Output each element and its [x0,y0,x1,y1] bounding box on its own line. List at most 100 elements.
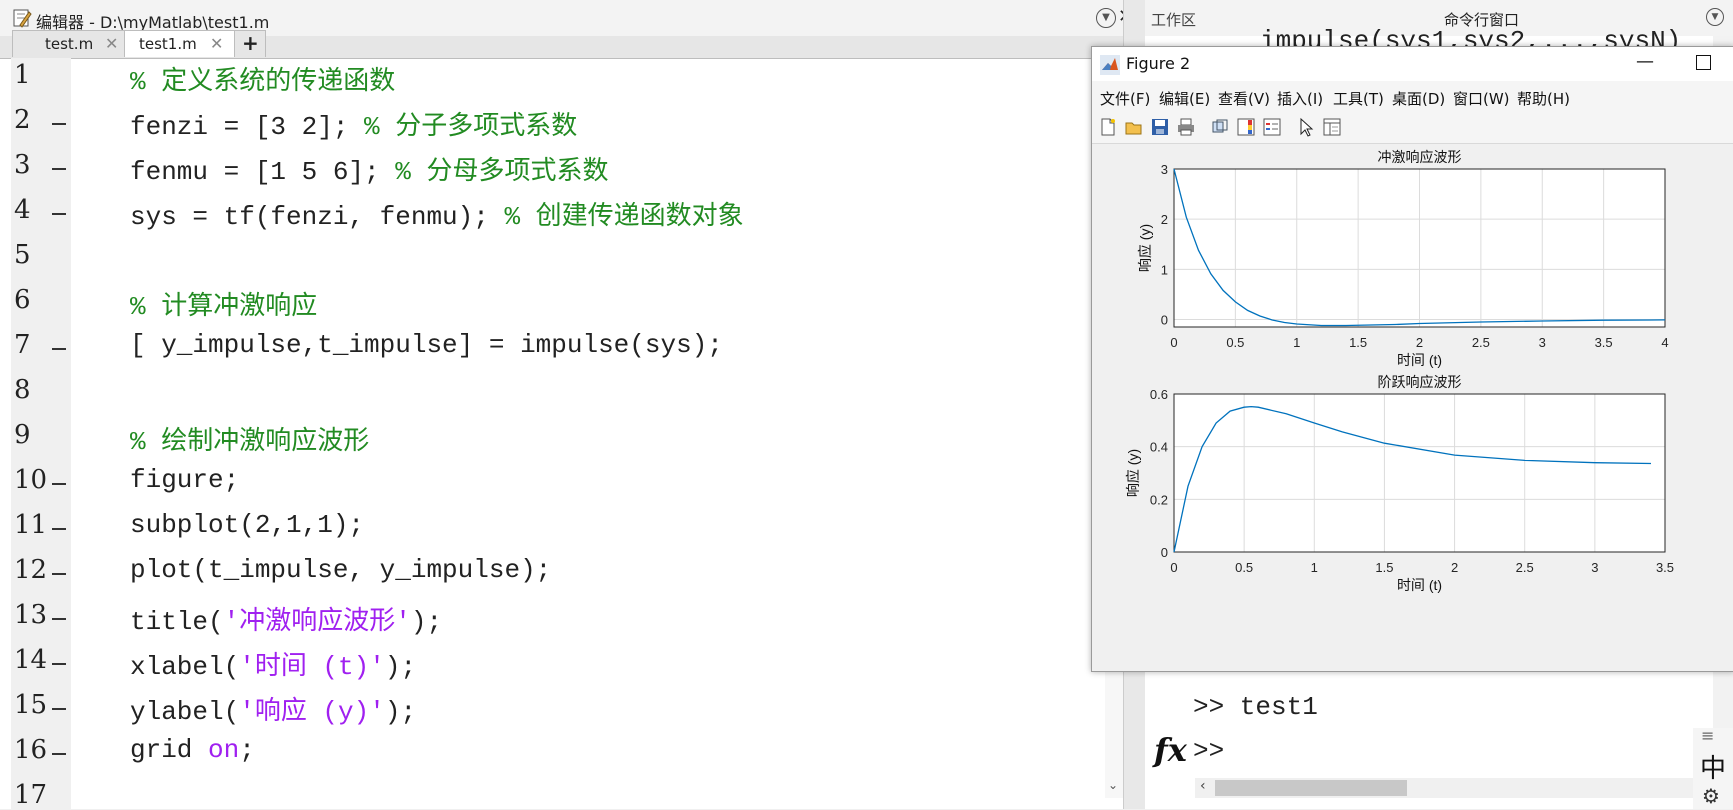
chart-title: 阶跃响应波形 [1378,374,1462,390]
pointer-icon[interactable] [1296,117,1316,137]
x-axis-label: 时间 (t) [1397,577,1442,593]
tab-close-icon[interactable]: ✕ [210,34,223,53]
figure-title-bar[interactable]: Figure 2 — [1092,47,1733,81]
code-text: ); [384,652,417,682]
code-text: ); [410,607,443,637]
command-output-line: >> test1 [1193,692,1318,722]
tab-test1-m[interactable]: test1.m ✕ [124,30,236,57]
code-line[interactable]: ylabel('响应 (y)'); [130,690,416,727]
figure-menu-item[interactable]: 插入(I) [1277,88,1323,109]
x-tick-label: 2 [1416,335,1423,350]
code-string: on [208,735,240,765]
figure-menu-item[interactable]: 查看(V) [1218,88,1270,109]
x-tick-label: 1 [1293,335,1300,350]
x-tick-label: 3.5 [1595,335,1613,350]
x-tick-label: 1.5 [1349,335,1367,350]
code-text: title( [130,607,224,637]
code-line[interactable]: % 计算冲激响应 [130,285,317,322]
line-number: 12 [14,555,48,585]
code-line[interactable]: sys = tf(fenzi, fenmu); % 创建传递函数对象 [130,195,744,232]
figure-menu-item[interactable]: 窗口(W) [1453,88,1510,109]
x-tick-label: 0 [1170,335,1177,350]
editor-pencil-icon [13,9,32,28]
code-line[interactable]: plot(t_impulse, y_impulse); [130,555,551,585]
breakpoint-dash[interactable] [52,753,66,755]
code-line[interactable]: fenmu = [1 5 6]; % 分母多项式系数 [130,150,608,187]
save-icon[interactable] [1150,117,1170,137]
line-number: 9 [14,420,31,450]
y-axis-label: 响应 (y) [1125,449,1141,497]
colorbar-icon[interactable] [1236,117,1256,137]
figure-menu-bar: 文件(F) 编辑(E) 查看(V) 插入(I) 工具(T) 桌面(D) 窗口(W) 帮助(H) [1092,81,1733,111]
line-number: 3 [14,150,31,180]
ime-settings-gear-icon[interactable]: ⚙ [1702,784,1720,808]
code-line[interactable]: grid on; [130,735,255,765]
code-line[interactable]: % 定义系统的传递函数 [130,60,395,97]
tab-close-icon[interactable]: ✕ [105,34,118,53]
figure-menu-item[interactable]: 帮助(H) [1517,88,1570,109]
line-number: 8 [14,375,31,405]
y-tick-label: 0 [1161,545,1168,560]
minimize-button[interactable]: — [1636,51,1654,72]
breakpoint-dash[interactable] [52,348,66,350]
x-tick-label: 3 [1591,560,1598,575]
breakpoint-dash[interactable] [52,483,66,485]
editor-options-icon[interactable]: ▼ [1096,8,1116,28]
figure-menu-item[interactable]: 桌面(D) [1392,88,1445,109]
line-number: 4 [14,195,31,225]
link-icon[interactable] [1210,117,1230,137]
code-string: '响应 (y)' [239,697,385,727]
code-comment: % 分母多项式系数 [395,157,609,187]
code-comment: % 绘制冲激响应波形 [130,427,370,457]
breakpoint-dash[interactable] [52,663,66,665]
tab-test-m[interactable]: test.m ✕ [12,30,126,57]
code-text: [ y_impulse,t_impulse] = impulse(sys); [130,330,723,360]
breakpoint-dash[interactable] [52,168,66,170]
figure-menu-item[interactable]: 工具(T) [1333,88,1384,109]
ime-mode-indicator[interactable]: 中 [1700,748,1726,785]
x-tick-label: 3 [1539,335,1546,350]
code-line[interactable]: title('冲激响应波形'); [130,600,442,637]
figure-window[interactable]: Figure 2 — 文件(F) 编辑(E) 查看(V) 插入(I) 工具(T) 桌面(D… [1091,46,1733,672]
figure-menu-item[interactable]: 编辑(E) [1159,88,1210,109]
code-line[interactable]: figure; [130,465,239,495]
y-tick-label: 0 [1161,312,1168,327]
add-tab-label: + [242,31,259,55]
open-file-icon[interactable] [1124,117,1144,137]
command-window-options-icon[interactable]: ▼ [1706,8,1724,26]
scroll-left-icon[interactable]: ‹ [1200,778,1206,794]
legend-icon[interactable] [1262,117,1282,137]
code-comment: % 定义系统的传递函数 [130,67,396,97]
y-tick-label: 2 [1161,212,1168,227]
fx-function-browser-icon[interactable]: fx [1154,731,1187,769]
code-line[interactable]: fenzi = [3 2]; % 分子多项式系数 [130,105,577,142]
x-tick-label: 1 [1311,560,1318,575]
code-line[interactable]: % 绘制冲激响应波形 [130,420,369,457]
ime-menu-icon[interactable]: ≡ [1701,726,1714,745]
x-tick-label: 4 [1661,335,1668,350]
figure-toolbar [1092,111,1733,144]
code-line[interactable]: xlabel('时间 (t)'); [130,645,416,682]
breakpoint-dash[interactable] [52,123,66,125]
print-icon[interactable] [1176,117,1196,137]
breakpoint-dash[interactable] [52,213,66,215]
code-line[interactable]: [ y_impulse,t_impulse] = impulse(sys); [130,330,723,360]
breakpoint-dash[interactable] [52,573,66,575]
figure-menu-item[interactable]: 文件(F) [1100,88,1150,109]
code-text: subplot(2,1,1); [130,510,365,540]
add-tab-button[interactable]: + [234,30,266,57]
breakpoint-dash[interactable] [52,708,66,710]
line-number: 17 [14,780,48,810]
breakpoint-dash[interactable] [52,618,66,620]
property-inspector-icon[interactable] [1322,117,1342,137]
scroll-down-icon[interactable]: ⌄ [1108,778,1118,792]
breakpoint-dash[interactable] [52,528,66,530]
command-horizontal-scroll-thumb[interactable] [1215,780,1407,796]
code-text: ; [239,735,255,765]
code-line[interactable]: subplot(2,1,1); [130,510,364,540]
command-prompt[interactable]: >> [1193,736,1224,766]
line-number: 10 [14,465,48,495]
line-number: 1 [14,60,31,90]
maximize-button[interactable] [1696,55,1711,70]
new-figure-icon[interactable] [1098,117,1118,137]
